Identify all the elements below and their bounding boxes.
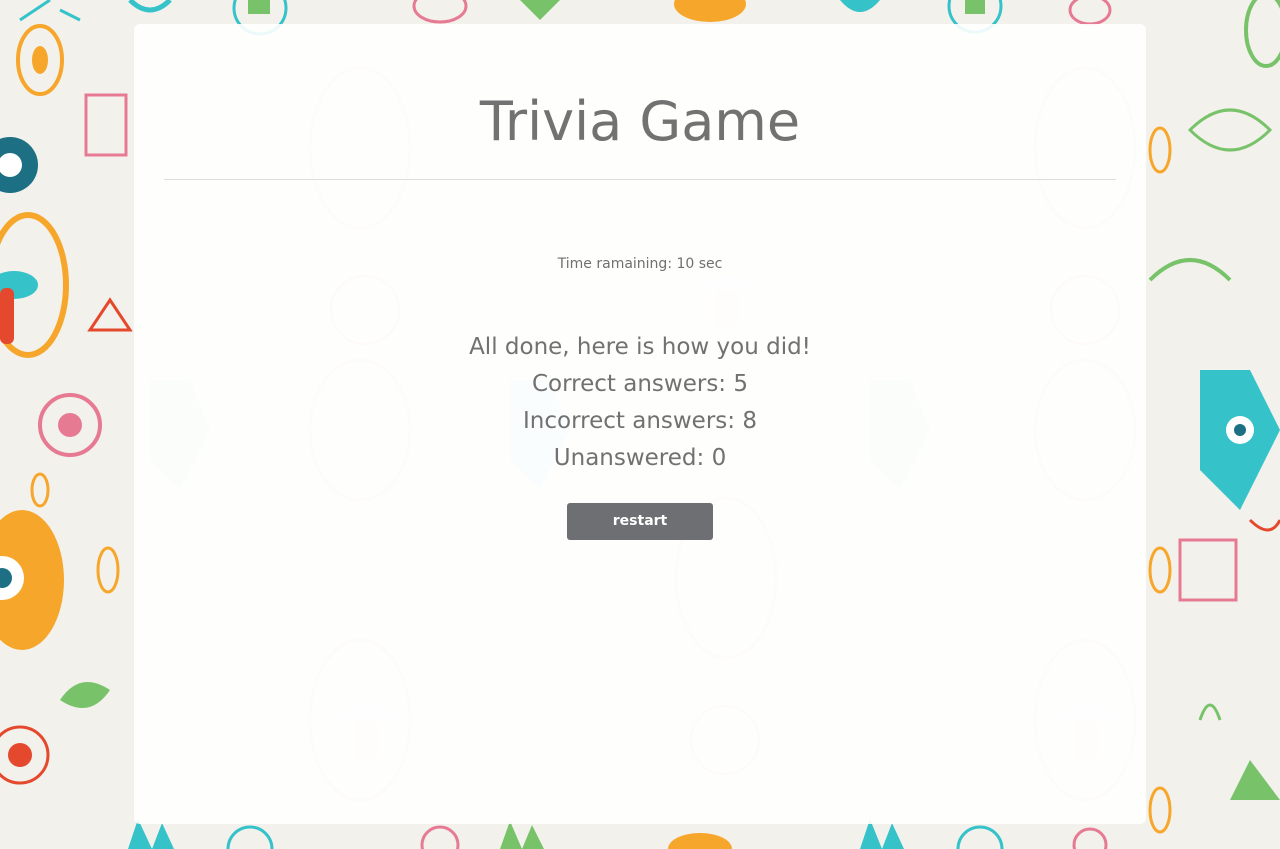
- unanswered-count: Unanswered: 0: [553, 445, 727, 471]
- results-summary: All done, here is how you did!: [469, 334, 811, 360]
- results-panel: All done, here is how you did! Correct a…: [134, 329, 1146, 477]
- incorrect-answers-count: Incorrect answers: 8: [523, 408, 757, 434]
- correct-answers-count: Correct answers: 5: [531, 371, 748, 397]
- page-title: Trivia Game: [479, 90, 801, 153]
- time-remaining-label: Time ramaining: 10 sec: [557, 256, 723, 272]
- title-divider: [164, 179, 1116, 180]
- restart-button[interactable]: restart: [567, 503, 713, 540]
- trivia-card: Trivia Game Time ramaining: 10 sec All d…: [134, 24, 1146, 824]
